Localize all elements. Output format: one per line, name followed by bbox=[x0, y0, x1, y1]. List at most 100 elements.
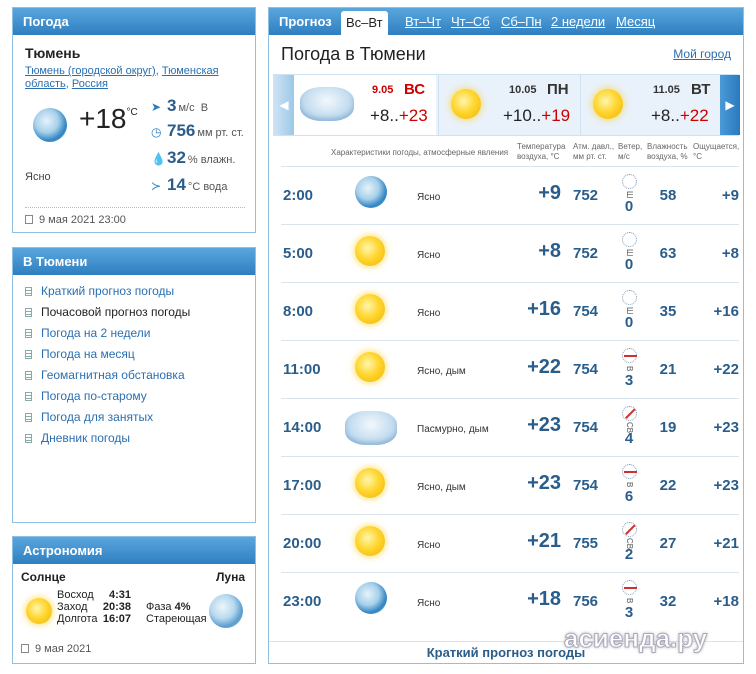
row-temp: +9 bbox=[538, 182, 561, 204]
menu-item[interactable]: Геомагнитная обстановка bbox=[25, 365, 190, 386]
row-wind-speed: 3 bbox=[624, 604, 634, 621]
row-pressure: 754 bbox=[573, 419, 599, 436]
humidity-stat: 💧32% влажн. bbox=[151, 148, 236, 167]
menu-item[interactable]: Краткий прогноз погоды bbox=[25, 281, 190, 302]
document-icon bbox=[25, 287, 32, 296]
sun-icon bbox=[26, 598, 52, 624]
gauge-icon: ◷ bbox=[151, 125, 162, 139]
row-temp: +16 bbox=[527, 298, 561, 320]
menu-item[interactable]: Погода по-старому bbox=[25, 386, 190, 407]
tab-month[interactable]: Месяц bbox=[616, 8, 655, 35]
table-row: 5:00 Ясно +8 752 Ш 0 63 +8 bbox=[281, 224, 739, 282]
row-pressure: 754 bbox=[573, 361, 599, 378]
menu-item[interactable]: Погода на месяц bbox=[25, 344, 190, 365]
col-header-temp: Температура воздуха, °С bbox=[517, 142, 566, 161]
menu-item-active[interactable]: Почасовой прогноз погоды bbox=[25, 302, 190, 323]
tab-tue-thu[interactable]: Вт–Чт bbox=[405, 8, 441, 35]
day-card[interactable]: 11.05 ВТ +8..+22 bbox=[580, 75, 720, 135]
panel-header: В Тюмени bbox=[13, 248, 255, 275]
row-humidity: 22 bbox=[659, 477, 677, 494]
row-wind-speed: 6 bbox=[624, 488, 634, 505]
row-humidity: 58 bbox=[659, 187, 677, 204]
next-days-button[interactable]: ▶ bbox=[720, 75, 740, 135]
chevron-left-icon: ◀ bbox=[279, 98, 289, 112]
menu-item[interactable]: Погода на 2 недели bbox=[25, 323, 190, 344]
tab-sun-tue[interactable]: Вс–Вт bbox=[341, 11, 388, 35]
sun-label: Солнце bbox=[21, 570, 66, 584]
wind-needle bbox=[623, 471, 637, 473]
row-temp: +23 bbox=[527, 472, 561, 494]
row-time: 14:00 bbox=[283, 419, 322, 436]
district-link[interactable]: Тюмень (городской округ) bbox=[25, 65, 156, 77]
forecast-panel: Прогноз Вс–Вт Вт–Чт Чт–Сб Сб–Пн 2 недели… bbox=[268, 7, 744, 664]
tab-sat-mon[interactable]: Сб–Пн bbox=[501, 8, 542, 35]
day-card-selected[interactable]: 9.05 ВС +8..+23 bbox=[294, 75, 436, 135]
country-link[interactable]: Россия bbox=[72, 78, 108, 90]
wind-needle bbox=[623, 587, 637, 589]
moon-phase: Фаза 4% Стареющая bbox=[146, 601, 207, 625]
row-pressure: 755 bbox=[573, 535, 599, 552]
current-weather-panel: Погода Тюмень Тюмень (городской округ), … bbox=[12, 7, 256, 233]
document-icon bbox=[25, 350, 32, 359]
watermark: асиенда.ру bbox=[563, 623, 708, 654]
col-header-pres: Атм. давл., мм рт. ст. bbox=[573, 142, 615, 161]
row-time: 11:00 bbox=[283, 361, 321, 378]
tab-forecast-label: Прогноз bbox=[279, 14, 332, 29]
sun-icon bbox=[355, 236, 385, 266]
row-wind: В 3 bbox=[616, 580, 642, 626]
row-time: 17:00 bbox=[283, 477, 322, 494]
row-temp: +8 bbox=[538, 240, 561, 262]
row-wind: СВ 4 bbox=[616, 406, 642, 452]
row-feels-like: +23 bbox=[713, 477, 739, 494]
current-temperature: +18°C bbox=[79, 103, 138, 134]
menu-item[interactable]: Погода для занятых bbox=[25, 407, 190, 428]
wind-compass-icon bbox=[621, 464, 637, 479]
document-icon bbox=[25, 308, 32, 317]
cloud-icon bbox=[345, 411, 397, 445]
calendar-icon bbox=[21, 644, 29, 653]
row-desc: Ясно bbox=[417, 308, 441, 319]
tab-thu-sat[interactable]: Чт–Сб bbox=[451, 8, 490, 35]
row-feels-like: +22 bbox=[713, 361, 739, 378]
wind-compass-icon bbox=[621, 174, 637, 189]
table-row: 2:00 Ясно +9 752 Ш 0 58 +9 bbox=[281, 166, 739, 224]
row-feels-like: +18 bbox=[713, 593, 739, 610]
col-header-feel: Ощущается, °С bbox=[693, 142, 740, 161]
panel-header: Погода bbox=[13, 8, 255, 35]
city-name: Тюмень bbox=[25, 45, 81, 61]
row-humidity: 35 bbox=[659, 303, 677, 320]
row-desc: Ясно bbox=[417, 192, 441, 203]
row-wind: Ш 0 bbox=[616, 290, 642, 336]
moon-label: Луна bbox=[215, 570, 245, 584]
tab-two-weeks[interactable]: 2 недели bbox=[551, 8, 605, 35]
row-time: 5:00 bbox=[283, 245, 314, 262]
row-wind-speed: 2 bbox=[624, 546, 634, 563]
prev-days-button[interactable]: ◀ bbox=[274, 75, 294, 135]
wind-compass-icon bbox=[621, 290, 637, 305]
row-desc: Ясно, дым bbox=[417, 482, 466, 493]
day-card[interactable]: 10.05 ПН +10..+19 bbox=[438, 75, 578, 135]
city-menu-panel: В Тюмени Краткий прогноз погоды Почасово… bbox=[12, 247, 256, 523]
timestamp: 9 мая 2021 23:00 bbox=[25, 207, 245, 226]
sun-icon bbox=[355, 294, 385, 324]
row-desc: Ясно bbox=[417, 598, 441, 609]
sun-icon bbox=[355, 352, 385, 382]
table-row: 23:00 Ясно +18 756 В 3 32 +18 bbox=[281, 572, 739, 630]
menu-item[interactable]: Дневник погоды bbox=[25, 428, 190, 449]
row-desc: Пасмурно, дым bbox=[417, 424, 489, 435]
document-icon bbox=[25, 392, 32, 401]
wind-compass-icon bbox=[621, 580, 637, 595]
row-time: 8:00 bbox=[283, 303, 314, 320]
row-pressure: 754 bbox=[573, 303, 599, 320]
wind-compass-icon bbox=[621, 522, 637, 537]
wind-arrow-icon: ➤ bbox=[151, 100, 162, 114]
col-header-desc: Характеристики погоды, атмосферные явлен… bbox=[331, 148, 509, 157]
row-feels-like: +21 bbox=[713, 535, 739, 552]
row-humidity: 63 bbox=[659, 245, 677, 262]
table-row: 17:00 Ясно, дым +23 754 В 6 22 +23 bbox=[281, 456, 739, 514]
my-city-link[interactable]: Мой город bbox=[673, 47, 731, 61]
row-humidity: 32 bbox=[659, 593, 677, 610]
row-time: 2:00 bbox=[283, 187, 314, 204]
day-selector: ◀ 9.05 ВС +8..+23 10.05 ПН +10..+19 11.0… bbox=[273, 74, 740, 136]
row-wind-speed: 0 bbox=[624, 314, 634, 331]
